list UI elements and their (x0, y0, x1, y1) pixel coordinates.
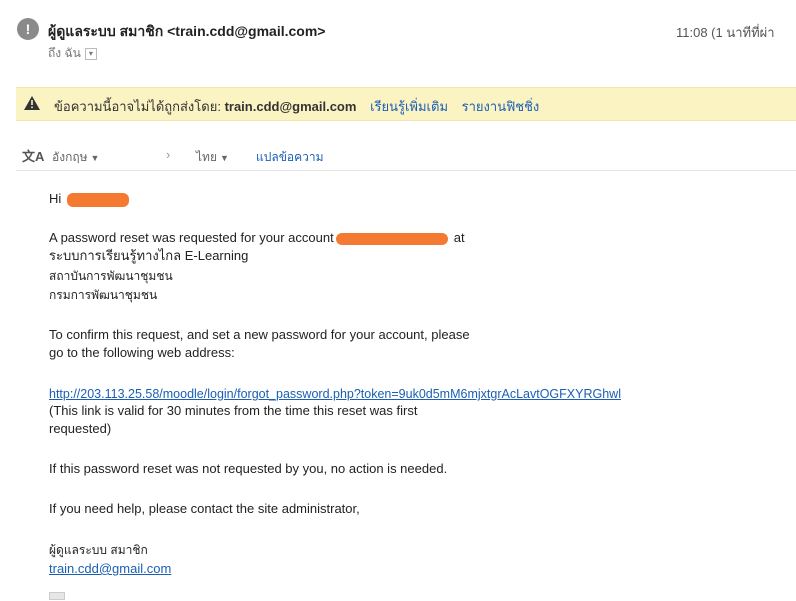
show-trimmed-content-button[interactable] (49, 592, 65, 600)
warning-text: ข้อความนี้อาจไม่ได้ถูกส่งโดย: (54, 99, 221, 114)
recipient-label: ถึง ฉัน (48, 46, 81, 60)
redacted-name (66, 192, 129, 207)
reset-intro-text: A password reset was requested for your … (49, 230, 334, 245)
learn-more-link[interactable]: เรียนรู้เพิ่มเติม (370, 99, 448, 114)
confirm-line-1: To confirm this request, and set a new p… (49, 327, 470, 342)
warning-triangle-icon (24, 96, 40, 110)
recipient-line: ถึง ฉัน ▾ (48, 44, 97, 63)
avatar-symbol: ! (25, 21, 31, 37)
signature-name: ผู้ดูแลระบบ สมาชิก (49, 543, 148, 557)
reset-intro-suffix: at (453, 230, 465, 245)
validity-line-2: requested) (49, 421, 112, 436)
target-language-dropdown[interactable]: ไทย ▼ (196, 148, 229, 167)
translate-message-link[interactable]: แปลข้อความ (256, 148, 324, 167)
phishing-warning-banner: ข้อความนี้อาจไม่ได้ถูกส่งโดย: train.cdd@… (16, 87, 796, 121)
sender-avatar[interactable]: ! (17, 18, 39, 40)
recipient-details-dropdown[interactable]: ▾ (84, 47, 97, 60)
timestamp: 11:08 (1 นาทีที่ผ่า (676, 25, 775, 40)
source-language-dropdown[interactable]: อังกฤษ ▼ (52, 148, 99, 167)
chevron-down-icon: ▼ (219, 153, 229, 163)
institute-name: สถาบันการพัฒนาชุมชน (49, 269, 173, 283)
signature-email-link[interactable]: train.cdd@gmail.com (49, 561, 171, 577)
report-phishing-link[interactable]: รายงานฟิชชิ่ง (462, 99, 540, 114)
reset-intro-line: A password reset was requested for your … (49, 230, 465, 246)
warning-sender: train.cdd@gmail.com (224, 99, 357, 114)
help-note: If you need help, please contact the sit… (49, 501, 360, 516)
password-reset-link[interactable]: http://203.113.25.58/moodle/login/forgot… (49, 386, 621, 402)
site-name: ระบบการเรียนรู้ทางไกล E-Learning (49, 248, 249, 263)
warning-message: ข้อความนี้อาจไม่ได้ถูกส่งโดย: train.cdd@… (54, 96, 539, 117)
validity-line-1: (This link is valid for 30 minutes from … (49, 403, 418, 418)
message-header: ! ผู้ดูแลระบบ สมาชิก <train.cdd@gmail.co… (0, 0, 796, 70)
sender-name[interactable]: ผู้ดูแลระบบ สมาชิก <train.cdd@gmail.com> (48, 21, 325, 43)
confirm-line-2: go to the following web address: (49, 345, 235, 360)
greeting-line: Hi (49, 191, 129, 207)
chevron-down-icon: ▼ (90, 153, 100, 163)
not-requested-note: If this password reset was not requested… (49, 461, 448, 476)
greeting: Hi (49, 191, 62, 206)
source-language-label: อังกฤษ (52, 150, 88, 164)
department-name: กรมการพัฒนาชุมชน (49, 288, 158, 302)
arrow-right-icon: › (166, 147, 171, 162)
translate-icon: 文A (22, 149, 45, 164)
target-language-label: ไทย (196, 150, 217, 164)
translate-bar: 文A อังกฤษ ▼ › ไทย ▼ แปลข้อความ (16, 140, 796, 171)
redacted-account (335, 232, 448, 245)
